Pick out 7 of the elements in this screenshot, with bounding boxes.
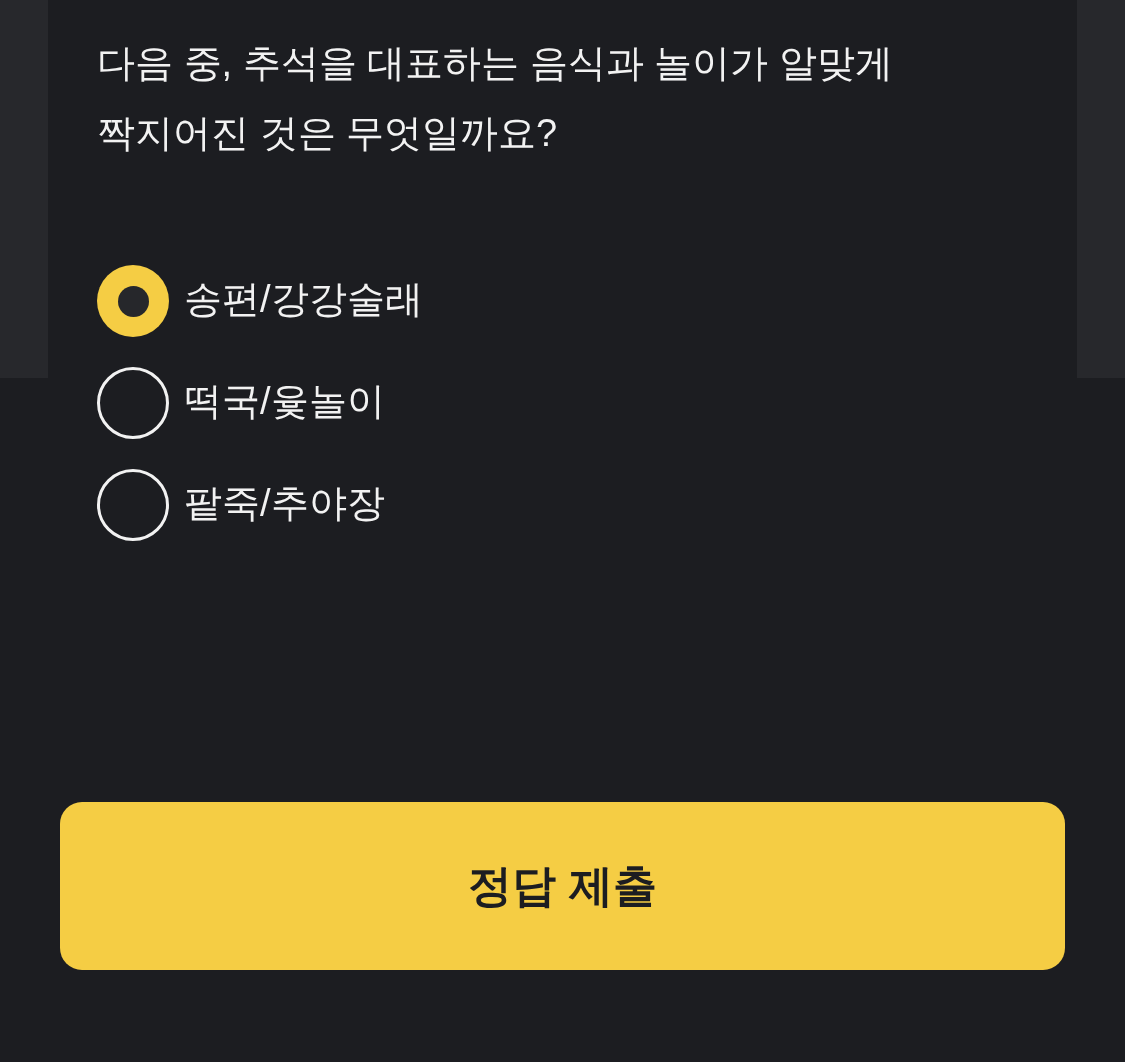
option-label[interactable]: 팥죽/추야장 <box>184 479 385 531</box>
submit-button[interactable]: 정답 제출 <box>60 802 1065 970</box>
radio-button[interactable] <box>97 469 169 541</box>
option-label[interactable]: 송편/강강술래 <box>184 275 423 327</box>
radio-button[interactable] <box>97 367 169 439</box>
option-label[interactable]: 떡국/윷놀이 <box>184 377 385 429</box>
question-text: 다음 중, 추석을 대표하는 음식과 놀이가 알맞게 짝지어진 것은 무엇일까요? <box>97 41 894 156</box>
